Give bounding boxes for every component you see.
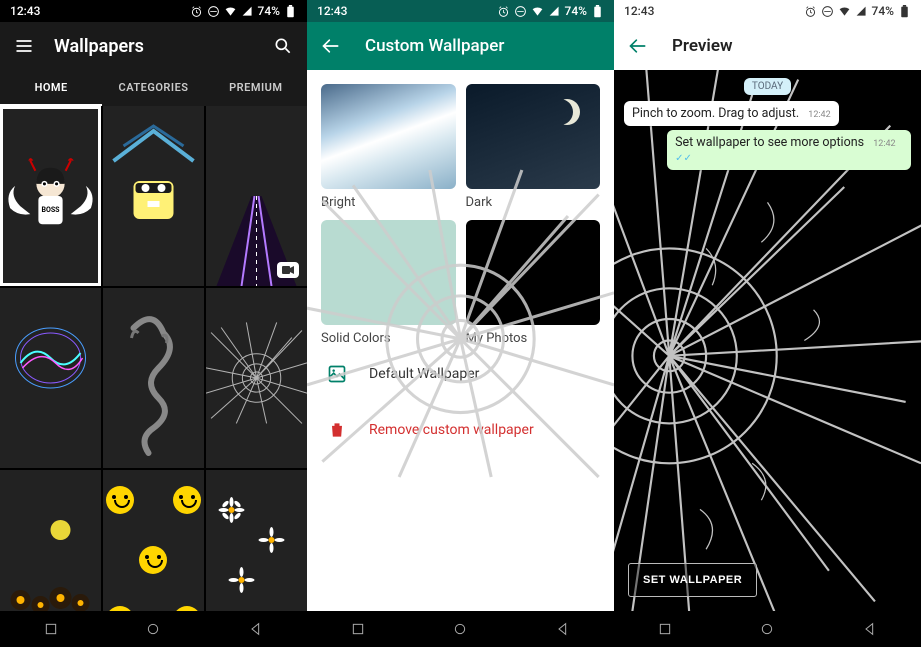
wallpaper-thumb[interactable] — [0, 288, 101, 468]
nav-recent-icon[interactable] — [43, 621, 59, 637]
battery-icon — [284, 5, 297, 18]
nav-recent-icon[interactable] — [657, 621, 673, 637]
preview-screen: 12:43 74% Preview TODAY Pinch to — [614, 0, 921, 647]
wallpaper-thumb[interactable] — [206, 470, 307, 611]
message-text: Pinch to zoom. Drag to adjust. — [632, 106, 799, 121]
wallpaper-thumb[interactable] — [103, 470, 204, 611]
tab-categories[interactable]: CATEGORIES — [102, 70, 204, 106]
wifi-icon — [224, 5, 237, 18]
appbar: Preview — [614, 22, 921, 70]
battery-pct: 74% — [872, 4, 894, 18]
wallpaper-thumb[interactable]: BOSS — [0, 106, 101, 286]
wifi-icon — [838, 5, 851, 18]
nav-home-icon[interactable] — [759, 621, 775, 637]
signal-icon — [855, 5, 868, 18]
incoming-message: Pinch to zoom. Drag to adjust. 12:42 — [624, 101, 839, 126]
search-icon[interactable] — [273, 36, 293, 56]
battery-icon — [898, 5, 911, 18]
menu-icon[interactable] — [14, 36, 34, 56]
nav-bar — [0, 611, 307, 647]
date-badge: TODAY — [624, 78, 911, 95]
screen-title: Preview — [672, 36, 733, 56]
video-badge-icon — [277, 262, 299, 278]
back-icon[interactable] — [628, 36, 648, 56]
battery-pct: 74% — [258, 4, 280, 18]
dnd-icon — [207, 5, 220, 18]
wallpaper-thumb[interactable] — [103, 106, 204, 286]
wallpaper-options-grid: Bright Dark Solid Colors My Photos — [321, 84, 600, 346]
status-time: 12:43 — [10, 4, 40, 18]
outgoing-message: Set wallpaper to see more options 12:42 … — [667, 130, 911, 170]
app-title: Wallpapers — [54, 36, 253, 57]
status-time: 12:43 — [624, 4, 654, 18]
tab-premium[interactable]: PREMIUM — [205, 70, 307, 106]
tabs: HOME CATEGORIES PREMIUM — [0, 70, 307, 106]
option-photos-thumb — [466, 220, 601, 325]
nav-back-icon[interactable] — [248, 621, 264, 637]
alarm-icon — [804, 5, 817, 18]
wallpaper-thumb[interactable] — [103, 288, 204, 468]
alarm-icon — [190, 5, 203, 18]
custom-wallpaper-screen: 12:43 74% Custom Wallpaper Bright Dark — [307, 0, 614, 647]
wallpaper-thumb[interactable] — [206, 288, 307, 468]
status-icons: 74% — [804, 4, 911, 18]
wallpaper-thumb[interactable] — [206, 106, 307, 286]
read-ticks-icon: ✓✓ — [675, 153, 692, 164]
chat-preview[interactable]: TODAY Pinch to zoom. Drag to adjust. 12:… — [614, 70, 921, 611]
wallpapers-app-screen: 12:43 74% Wallpapers HOME CATEGORIES PRE… — [0, 0, 307, 647]
message-time: 12:42 — [873, 139, 895, 149]
content: Bright Dark Solid Colors My Photos Defau… — [307, 70, 614, 611]
wallpaper-thumb[interactable] — [0, 470, 101, 611]
nav-back-icon[interactable] — [862, 621, 878, 637]
nav-bar — [614, 611, 921, 647]
nav-home-icon[interactable] — [145, 621, 161, 637]
message-text: Set wallpaper to see more options — [675, 135, 864, 150]
set-wallpaper-button[interactable]: SET WALLPAPER — [628, 563, 757, 597]
signal-icon — [241, 5, 254, 18]
wallpaper-grid[interactable]: BOSS — [0, 106, 307, 611]
tab-home[interactable]: HOME — [0, 70, 102, 106]
message-time: 12:42 — [808, 110, 830, 120]
option-my-photos[interactable]: My Photos — [466, 220, 601, 346]
status-bar: 12:43 74% — [614, 0, 921, 22]
status-icons: 74% — [190, 4, 297, 18]
status-bar: 12:43 74% — [0, 0, 307, 22]
appbar: Wallpapers — [0, 22, 307, 70]
dnd-icon — [821, 5, 834, 18]
svg-text:BOSS: BOSS — [41, 205, 60, 214]
